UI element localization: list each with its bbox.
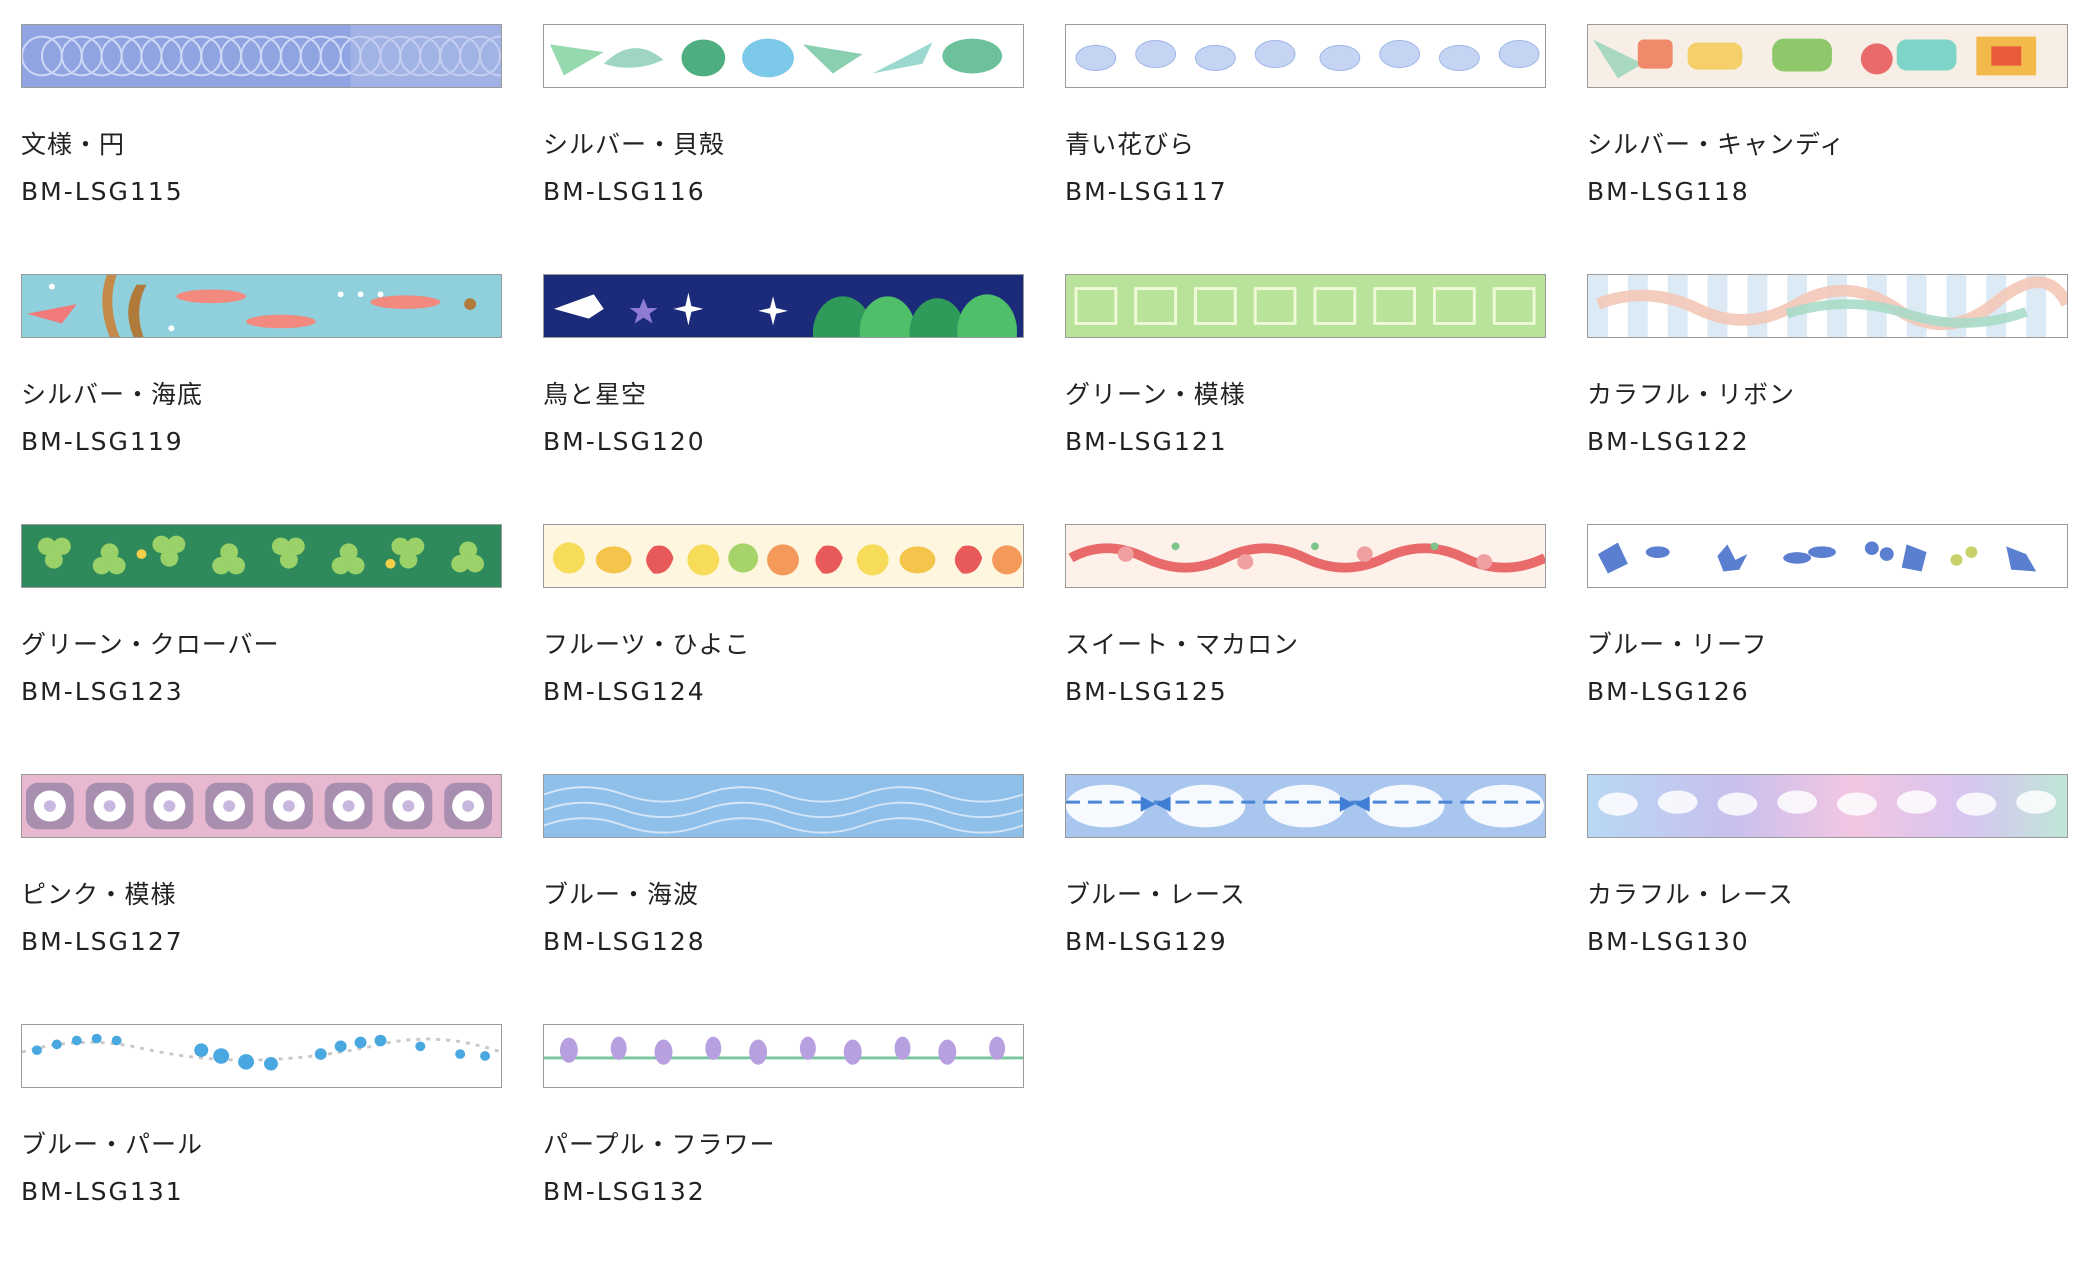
product-name: シルバー・キャンディ	[1587, 130, 1846, 159]
product-item[interactable]: シルバー・海底 BM-LSG119	[21, 274, 502, 524]
product-code: BM-LSG122	[1587, 427, 1750, 456]
product-name: グリーン・模様	[1065, 380, 1246, 409]
product-grid: 文様・円 BM-LSG115 シルバー・貝殻 BM-LSG116 青い花びら B…	[21, 24, 2068, 1274]
tape-swatch-colorful-ribbon[interactable]	[1587, 274, 2068, 338]
tape-swatch-sea-fish[interactable]	[21, 274, 502, 338]
product-item[interactable]: ブルー・パール BM-LSG131	[21, 1024, 502, 1274]
product-code: BM-LSG130	[1587, 927, 1750, 956]
product-code: BM-LSG119	[21, 427, 184, 456]
product-item[interactable]: グリーン・模様 BM-LSG121	[1065, 274, 1546, 524]
product-code: BM-LSG121	[1065, 427, 1228, 456]
product-item[interactable]: パープル・フラワー BM-LSG132	[543, 1024, 1024, 1274]
product-code: BM-LSG128	[543, 927, 706, 956]
product-name: ブルー・海波	[543, 880, 700, 909]
product-item[interactable]: ブルー・海波 BM-LSG128	[543, 774, 1024, 1024]
product-name: スイート・マカロン	[1065, 630, 1300, 659]
tape-swatch-blue-leaf[interactable]	[1587, 524, 2068, 588]
tape-swatch-circles-pattern[interactable]	[21, 24, 502, 88]
product-code: BM-LSG118	[1587, 177, 1750, 206]
tape-swatch-blue-waves[interactable]	[543, 774, 1024, 838]
tape-swatch-purple-flower[interactable]	[543, 1024, 1024, 1088]
tape-swatch-green-pattern[interactable]	[1065, 274, 1546, 338]
product-code: BM-LSG117	[1065, 177, 1228, 206]
product-item[interactable]: カラフル・リボン BM-LSG122	[1587, 274, 2068, 524]
product-name: フルーツ・ひよこ	[543, 630, 751, 659]
product-name: カラフル・レース	[1587, 880, 1794, 909]
product-code: BM-LSG125	[1065, 677, 1228, 706]
tape-swatch-blue-petals[interactable]	[1065, 24, 1546, 88]
product-item[interactable]: 青い花びら BM-LSG117	[1065, 24, 1546, 274]
product-item[interactable]: 文様・円 BM-LSG115	[21, 24, 502, 274]
tape-swatch-bird-starry-sky[interactable]	[543, 274, 1024, 338]
product-name: 文様・円	[21, 130, 126, 159]
product-item[interactable]: シルバー・キャンディ BM-LSG118	[1587, 24, 2068, 274]
tape-swatch-macaron[interactable]	[1065, 524, 1546, 588]
product-code: BM-LSG120	[543, 427, 706, 456]
product-name: 鳥と星空	[543, 380, 648, 409]
tape-swatch-colorful-lace[interactable]	[1587, 774, 2068, 838]
product-name: シルバー・貝殻	[543, 130, 726, 159]
product-code: BM-LSG124	[543, 677, 706, 706]
product-code: BM-LSG123	[21, 677, 184, 706]
product-name: ブルー・リーフ	[1587, 630, 1768, 659]
product-code: BM-LSG131	[21, 1177, 184, 1206]
product-name: 青い花びら	[1065, 130, 1196, 159]
product-name: パープル・フラワー	[543, 1130, 776, 1159]
product-code: BM-LSG116	[543, 177, 706, 206]
product-code: BM-LSG132	[543, 1177, 706, 1206]
tape-swatch-fruit-chick[interactable]	[543, 524, 1024, 588]
product-name: ピンク・模様	[21, 880, 177, 909]
tape-swatch-candy[interactable]	[1587, 24, 2068, 88]
product-item[interactable]: ブルー・レース BM-LSG129	[1065, 774, 1546, 1024]
product-item[interactable]: フルーツ・ひよこ BM-LSG124	[543, 524, 1024, 774]
product-name: シルバー・海底	[21, 380, 204, 409]
product-code: BM-LSG127	[21, 927, 184, 956]
product-name: ブルー・レース	[1065, 880, 1246, 909]
tape-swatch-pink-pattern[interactable]	[21, 774, 502, 838]
product-item[interactable]: 鳥と星空 BM-LSG120	[543, 274, 1024, 524]
tape-swatch-blue-pearl[interactable]	[21, 1024, 502, 1088]
tape-swatch-blue-lace[interactable]	[1065, 774, 1546, 838]
product-item[interactable]: シルバー・貝殻 BM-LSG116	[543, 24, 1024, 274]
product-name: カラフル・リボン	[1587, 380, 1796, 409]
product-item[interactable]: スイート・マカロン BM-LSG125	[1065, 524, 1546, 774]
product-item[interactable]: ピンク・模様 BM-LSG127	[21, 774, 502, 1024]
tape-swatch-shells[interactable]	[543, 24, 1024, 88]
product-item[interactable]: カラフル・レース BM-LSG130	[1587, 774, 2068, 1024]
product-code: BM-LSG115	[21, 177, 184, 206]
product-name: グリーン・クローバー	[21, 630, 280, 659]
product-code: BM-LSG129	[1065, 927, 1228, 956]
tape-swatch-clover[interactable]	[21, 524, 502, 588]
product-item[interactable]: ブルー・リーフ BM-LSG126	[1587, 524, 2068, 774]
product-code: BM-LSG126	[1587, 677, 1750, 706]
product-item[interactable]: グリーン・クローバー BM-LSG123	[21, 524, 502, 774]
product-name: ブルー・パール	[21, 1130, 204, 1159]
